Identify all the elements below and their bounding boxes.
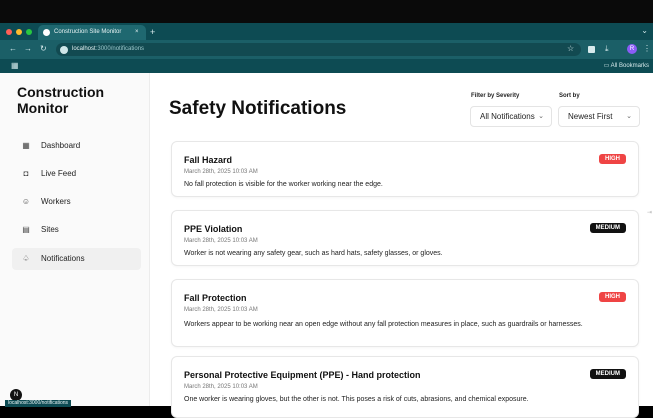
sidebar-item-workers[interactable]: ☺ Workers xyxy=(12,191,141,213)
download-icon[interactable]: ⤓ xyxy=(605,44,609,54)
users-icon: ☺ xyxy=(21,197,31,206)
notification-message: One worker is wearing gloves, but the ot… xyxy=(184,396,529,403)
favicon-icon xyxy=(43,29,50,36)
all-bookmarks[interactable]: ▭ All Bookmarks xyxy=(604,59,649,73)
bookmark-star-icon[interactable]: ☆ xyxy=(567,44,574,53)
new-tab-button[interactable]: + xyxy=(150,25,155,40)
sidebar-item-label: Sites xyxy=(41,225,59,234)
address-bar[interactable]: localhost:3000/notifications xyxy=(56,43,581,56)
bell-icon: ♤ xyxy=(22,254,30,263)
notification-message: Worker is not wearing any safety gear, s… xyxy=(184,250,443,257)
severity-badge: HIGH xyxy=(599,292,626,302)
menu-icon[interactable]: ⋮ xyxy=(643,44,651,53)
sidebar-item-label: Workers xyxy=(41,197,71,206)
sort-label: Sort by xyxy=(559,93,580,99)
sidebar: Construction Monitor ▦ Dashboard ◘ Live … xyxy=(0,73,150,406)
sort-value: Newest First xyxy=(568,112,613,121)
notification-card[interactable]: Fall Protection March 28th, 2025 10:03 A… xyxy=(171,279,639,347)
dashboard-icon: ▦ xyxy=(22,141,30,150)
tab-search-icon[interactable]: ⌄ xyxy=(641,26,648,35)
apps-grid-icon[interactable]: ▦ xyxy=(11,61,19,70)
back-icon[interactable]: ← xyxy=(9,44,17,53)
chevron-down-icon: ⌄ xyxy=(626,113,632,120)
notification-message: Workers appear to be working near an ope… xyxy=(184,321,583,328)
forward-icon[interactable]: → xyxy=(24,44,32,53)
sidebar-item-dashboard[interactable]: ▦ Dashboard xyxy=(12,135,141,157)
notification-title: Fall Hazard xyxy=(184,155,233,165)
sidebar-item-label: Notifications xyxy=(41,254,85,263)
notification-card[interactable]: PPE Violation March 28th, 2025 10:03 AM … xyxy=(171,210,639,266)
page-title: Safety Notifications xyxy=(169,98,347,119)
sidebar-item-sites[interactable]: ▤ Sites xyxy=(12,219,141,241)
notification-title: Personal Protective Equipment (PPE) - Ha… xyxy=(184,370,421,380)
scroll-hint-icon: ⇥ xyxy=(647,210,653,216)
notification-date: March 28th, 2025 10:03 AM xyxy=(184,238,258,244)
notification-card[interactable]: Fall Hazard March 28th, 2025 10:03 AM No… xyxy=(171,141,639,197)
severity-badge: MEDIUM xyxy=(589,369,626,379)
tab-title: Construction Site Monitor xyxy=(54,29,122,35)
notification-message: No fall protection is visible for the wo… xyxy=(184,181,383,188)
address-url: localhost:3000/notifications xyxy=(72,46,145,52)
notification-date: March 28th, 2025 10:03 AM xyxy=(184,307,258,313)
notification-title: Fall Protection xyxy=(184,293,247,303)
browser-tab[interactable]: Construction Site Monitor × xyxy=(38,25,146,40)
extension-icon[interactable] xyxy=(588,46,595,53)
site-info-icon[interactable] xyxy=(60,46,68,54)
sidebar-item-label: Dashboard xyxy=(41,141,81,150)
notification-date: March 28th, 2025 10:03 AM xyxy=(184,384,258,390)
screen-top-bar xyxy=(0,0,653,23)
severity-filter-select[interactable]: All Notifications ⌄ xyxy=(470,106,552,127)
building-icon: ▤ xyxy=(22,225,30,234)
sidebar-item-live-feed[interactable]: ◘ Live Feed xyxy=(12,163,141,185)
notification-card[interactable]: Personal Protective Equipment (PPE) - Ha… xyxy=(171,356,639,418)
sidebar-item-notifications[interactable]: ♤ Notifications xyxy=(12,248,141,270)
video-icon: ◘ xyxy=(23,169,29,178)
sidebar-item-label: Live Feed xyxy=(41,169,77,178)
severity-badge: MEDIUM xyxy=(589,223,626,233)
brand-title: Construction Monitor xyxy=(17,84,105,116)
severity-filter-value: All Notifications xyxy=(480,112,535,121)
reload-icon[interactable]: ↻ xyxy=(40,44,47,53)
minimize-window-icon[interactable] xyxy=(16,29,22,35)
bookmarks-bar: ▦ ▭ All Bookmarks xyxy=(0,59,653,73)
app-window: Construction Monitor ▦ Dashboard ◘ Live … xyxy=(0,73,653,418)
chevron-down-icon: ⌄ xyxy=(538,113,544,120)
notification-title: PPE Violation xyxy=(184,224,243,234)
severity-badge: HIGH xyxy=(599,154,626,164)
tab-close-icon[interactable]: × xyxy=(135,25,139,40)
close-window-icon[interactable] xyxy=(6,29,12,35)
profile-avatar[interactable]: R xyxy=(627,44,637,54)
notification-date: March 28th, 2025 10:03 AM xyxy=(184,169,258,175)
sort-select[interactable]: Newest First ⌄ xyxy=(558,106,640,127)
maximize-window-icon[interactable] xyxy=(26,29,32,35)
filter-label: Filter by Severity xyxy=(471,93,520,99)
